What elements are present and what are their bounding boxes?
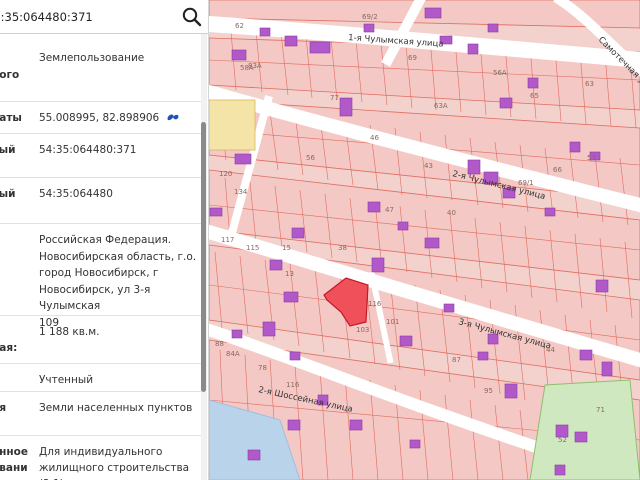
permitted-use-label-line1: енное <box>0 446 28 458</box>
address-line: город Новосибирск, г <box>39 267 159 279</box>
svg-text:44: 44 <box>546 346 555 354</box>
svg-text:52: 52 <box>558 436 567 444</box>
svg-text:116: 116 <box>368 300 382 308</box>
svg-text:117: 117 <box>221 236 234 244</box>
svg-text:134: 134 <box>234 188 248 196</box>
search-input[interactable] <box>0 6 172 28</box>
coordinates-row: 55.008995, 82.898906 <box>39 110 199 126</box>
svg-text:116: 116 <box>286 381 300 389</box>
svg-text:40: 40 <box>447 209 456 217</box>
cadastral-quarter-value: 54:35:064480 <box>39 188 113 200</box>
svg-text:120: 120 <box>219 170 232 178</box>
yellow-plot <box>208 99 256 151</box>
permitted-use-value: Для индивидуального жилищного строительс… <box>39 444 199 480</box>
row-coordinates: наты 55.008995, 82.898906 <box>0 102 202 134</box>
svg-text:78: 78 <box>258 364 267 372</box>
search-icon <box>182 7 202 27</box>
svg-text:56А: 56А <box>493 69 507 77</box>
parcel-info-panel: ного Землепользование наты 55.008995, 82… <box>0 0 209 480</box>
usage-label: ного <box>0 69 20 81</box>
row-permitted-use: енное ование Для индивидуального жилищно… <box>0 436 202 480</box>
coordinates-value: 55.008995, 82.898906 <box>39 112 160 124</box>
svg-text:87: 87 <box>452 356 461 364</box>
cadastral-quarter-label: вый <box>0 188 16 200</box>
svg-text:13: 13 <box>285 270 294 278</box>
svg-text:53: 53 <box>587 154 596 162</box>
parcel-attributes: ного Землепользование наты 55.008995, 82… <box>0 34 202 480</box>
row-cadastral-number: вый 54:35:064480:371 <box>0 134 202 178</box>
address-line: Новосибирская область, г.о. <box>39 250 197 263</box>
row-area: ь ная: 1 188 кв.м. <box>0 316 202 364</box>
usage-value: Землепользование <box>39 52 145 64</box>
panel-scrollbar-thumb[interactable] <box>201 122 206 392</box>
cadastral-number-label: вый <box>0 144 16 156</box>
svg-text:56: 56 <box>306 154 315 162</box>
row-usage: ного Землепользование <box>0 34 202 102</box>
svg-text:65: 65 <box>530 92 539 100</box>
svg-text:38: 38 <box>338 244 347 252</box>
copy-coordinates-icon[interactable] <box>166 111 180 123</box>
category-label: ия <box>0 402 7 414</box>
row-cadastral-quarter: вый 54:35:064480 ‚ <box>0 178 202 224</box>
svg-text:43: 43 <box>424 162 433 170</box>
park <box>529 379 640 480</box>
permitted-use-label-line2: ование <box>0 462 28 474</box>
svg-text:15: 15 <box>282 244 291 252</box>
search-bar <box>0 0 208 34</box>
svg-text:77: 77 <box>330 94 339 102</box>
svg-text:71: 71 <box>596 406 605 414</box>
area-label-line2: ная: <box>0 342 18 354</box>
coordinates-label: наты <box>0 112 22 124</box>
category-value: Земли населенных пунктов <box>39 402 193 414</box>
svg-text:115: 115 <box>246 244 259 252</box>
status-value: Учтенный <box>39 374 94 386</box>
svg-text:63А: 63А <box>434 102 448 110</box>
row-address: Российская Федерация. Новосибирская обла… <box>0 224 202 329</box>
svg-text:46: 46 <box>370 134 379 142</box>
quarter-accent-label: ‚ <box>0 202 2 218</box>
permitted-use-line: жилищного строительства (2.1) <box>39 462 190 480</box>
svg-text:103: 103 <box>356 326 369 334</box>
row-status: Учтенный <box>0 364 202 392</box>
svg-text:95: 95 <box>484 387 493 395</box>
area-label-line1: ь <box>0 324 28 340</box>
svg-text:66: 66 <box>553 166 562 174</box>
svg-text:69/1: 69/1 <box>518 179 534 187</box>
svg-text:88: 88 <box>215 340 224 348</box>
search-button[interactable] <box>180 6 204 28</box>
cadastral-number-value: 54:35:064480:371 <box>39 144 137 156</box>
svg-text:62: 62 <box>235 22 244 30</box>
row-category: ия Земли населенных пунктов <box>0 392 202 436</box>
svg-text:83А: 83А <box>248 62 262 70</box>
svg-text:47: 47 <box>385 206 394 214</box>
area-value: 1 188 кв.м. <box>39 326 100 338</box>
svg-text:84А: 84А <box>226 350 240 358</box>
svg-text:69/2: 69/2 <box>362 13 378 21</box>
svg-text:63: 63 <box>585 80 594 88</box>
address-line: Новосибирск, ул 3-я Чулымская <box>39 283 151 313</box>
permitted-use-line: Для индивидуального <box>39 446 163 458</box>
address-line: Российская Федерация. <box>39 234 172 246</box>
svg-text:69: 69 <box>408 54 417 62</box>
svg-text:101: 101 <box>386 318 399 326</box>
